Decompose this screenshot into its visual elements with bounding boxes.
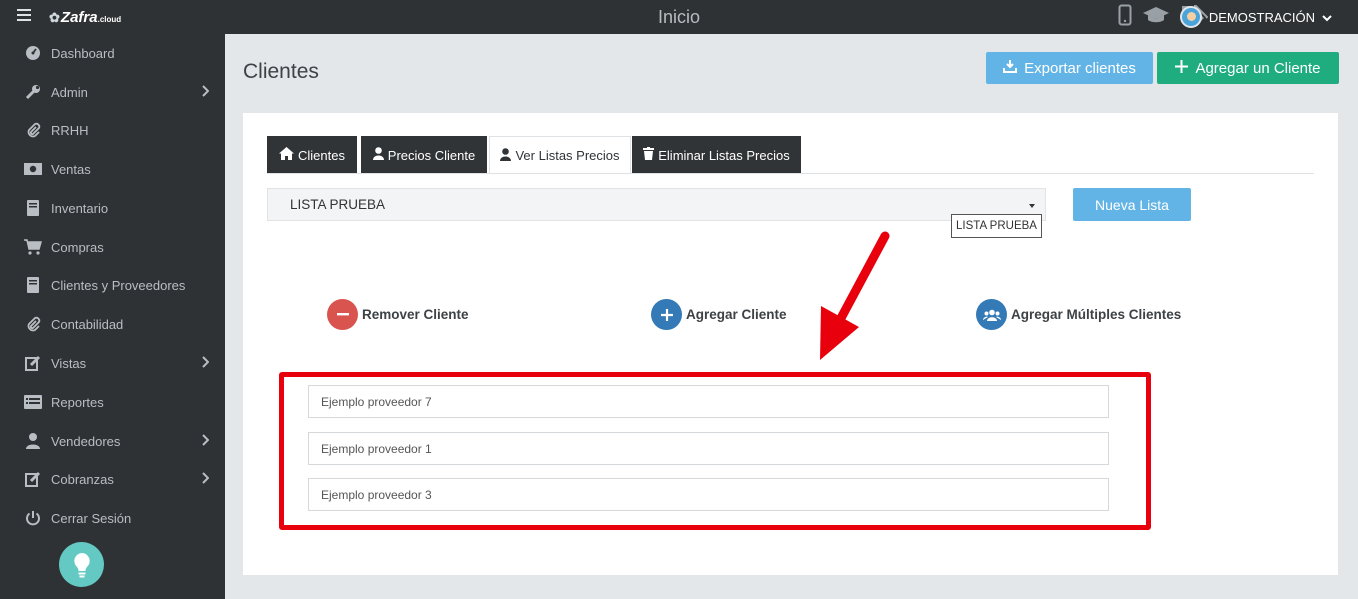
page-title: Clientes (243, 60, 319, 83)
app-logo[interactable]: ✿Zafra.cloud (49, 9, 121, 26)
sidebar-item-label: Cobranzas (51, 471, 114, 487)
download-icon (1003, 59, 1018, 77)
sidebar-item-label: Dashboard (51, 45, 115, 61)
menu-toggle-icon[interactable] (17, 9, 31, 21)
list-icon (24, 393, 42, 411)
new-list-button[interactable]: Nueva Lista (1073, 188, 1191, 221)
sidebar-item-label: Inventario (51, 200, 109, 216)
client-list-item[interactable]: Ejemplo proveedor 1 (308, 432, 1109, 465)
sidebar-item-label: Cerrar Sesión (51, 510, 132, 526)
chevron-down-icon (1322, 10, 1332, 25)
user-menu[interactable]: DEMOSTRACIÓN (1179, 5, 1332, 29)
paperclip-icon (24, 121, 42, 139)
sidebar-item-rrhh[interactable]: RRHH (0, 115, 225, 145)
sidebar: Dashboard Admin RRHH Ventas Inventario C… (0, 34, 225, 599)
chevron-right-icon (201, 85, 210, 100)
caret-down-icon (1029, 204, 1035, 208)
add-multiple-clients-action[interactable]: Agregar Múltiples Clientes (976, 299, 1181, 330)
select-tooltip: LISTA PRUEBA (951, 214, 1042, 238)
paperclip-icon (24, 315, 42, 333)
client-list-item[interactable]: Ejemplo proveedor 7 (308, 385, 1109, 418)
sidebar-item-reportes[interactable]: Reportes (0, 387, 225, 417)
sidebar-item-label: Vendedores (51, 433, 121, 449)
sidebar-item-label: Vistas (51, 355, 87, 371)
sidebar-item-vistas[interactable]: Vistas (0, 348, 225, 378)
users-icon (976, 299, 1007, 330)
dashboard-icon (24, 44, 42, 62)
sidebar-item-label: Admin (51, 84, 88, 100)
graduation-cap-icon[interactable] (1142, 5, 1170, 30)
price-list-select-value: LISTA PRUEBA (290, 197, 386, 212)
top-bar: ✿Zafra.cloud Inicio DEMOSTRACIÓN (0, 0, 1358, 34)
edit-icon (24, 470, 42, 488)
sidebar-item-inventario[interactable]: Inventario (0, 193, 225, 223)
tab-divider (267, 173, 1314, 174)
book-icon (24, 199, 42, 217)
tab-eliminar-listas-precios[interactable]: Eliminar Listas Precios (632, 136, 801, 174)
book-icon (24, 276, 42, 294)
sidebar-item-label: Compras (51, 239, 104, 255)
sidebar-item-cobranzas[interactable]: Cobranzas (0, 464, 225, 494)
chevron-right-icon (201, 434, 210, 449)
export-clients-button[interactable]: Exportar clientes (986, 52, 1153, 84)
sidebar-item-label: Reportes (51, 394, 104, 410)
tab-ver-listas-precios[interactable]: Ver Listas Precios (489, 136, 631, 174)
user-name: DEMOSTRACIÓN (1208, 9, 1315, 25)
minus-icon (327, 299, 358, 330)
export-clients-label: Exportar clientes (1024, 59, 1136, 77)
sidebar-item-label: Ventas (51, 161, 91, 177)
user-icon (500, 147, 512, 164)
tab-label: Clientes (298, 147, 345, 163)
content-panel: Clientes Precios Cliente Ver Listas Prec… (243, 113, 1338, 575)
sidebar-item-label: Contabilidad (51, 316, 124, 332)
money-icon (24, 160, 42, 178)
chevron-right-icon (201, 356, 210, 371)
cart-icon (24, 238, 42, 256)
wrench-icon (24, 83, 42, 101)
plus-icon (651, 299, 682, 330)
sidebar-item-dashboard[interactable]: Dashboard (0, 38, 225, 68)
avatar[interactable] (1179, 6, 1202, 28)
sidebar-item-admin[interactable]: Admin (0, 77, 225, 107)
mobile-icon[interactable] (1118, 4, 1132, 31)
add-client-label: Agregar un Cliente (1195, 59, 1321, 77)
edit-icon (24, 354, 42, 372)
sidebar-item-label: Clientes y Proveedores (51, 277, 186, 293)
user-icon (372, 147, 384, 163)
add-client-button[interactable]: Agregar un Cliente (1157, 52, 1339, 84)
sidebar-item-compras[interactable]: Compras (0, 232, 225, 262)
remove-client-label: Remover Cliente (362, 307, 469, 322)
add-client-action-label: Agregar Cliente (686, 307, 787, 322)
home-icon (279, 147, 295, 163)
tab-clientes[interactable]: Clientes (267, 136, 357, 174)
tab-label: Precios Cliente (387, 147, 476, 163)
add-multiple-clients-label: Agregar Múltiples Clientes (1011, 307, 1182, 322)
chevron-right-icon (201, 472, 210, 487)
tab-precios-cliente[interactable]: Precios Cliente (361, 136, 487, 174)
lightbulb-icon[interactable] (59, 542, 104, 587)
tab-label: Eliminar Listas Precios (658, 147, 790, 163)
price-list-select[interactable]: LISTA PRUEBA (267, 188, 1046, 221)
plus-icon (1175, 59, 1189, 77)
sidebar-item-cerrar-sesion[interactable]: Cerrar Sesión (0, 503, 225, 533)
power-icon (24, 509, 42, 527)
remove-client-action[interactable]: Remover Cliente (327, 299, 469, 330)
sidebar-item-ventas[interactable]: Ventas (0, 154, 225, 184)
sidebar-item-clientes-proveedores[interactable]: Clientes y Proveedores (0, 270, 225, 300)
tab-label: Ver Listas Precios (515, 148, 620, 163)
sidebar-item-label: RRHH (51, 122, 89, 138)
trash-icon (643, 147, 655, 163)
sidebar-item-vendedores[interactable]: Vendedores (0, 426, 225, 456)
add-client-action[interactable]: Agregar Cliente (651, 299, 787, 330)
client-list-item[interactable]: Ejemplo proveedor 3 (308, 478, 1109, 511)
sidebar-item-contabilidad[interactable]: Contabilidad (0, 309, 225, 339)
user-icon (24, 432, 42, 450)
